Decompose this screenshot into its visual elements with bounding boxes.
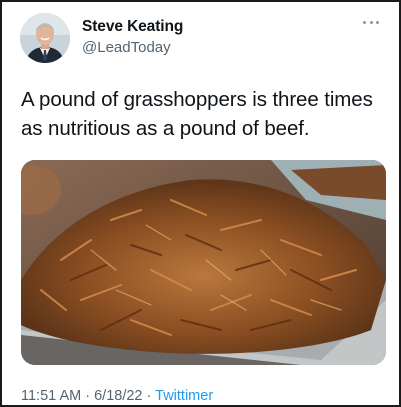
screenshot-frame: Steve Keating @LeadToday A pound of gras… (0, 0, 401, 407)
tweet-date[interactable]: 6/18/22 (94, 388, 142, 404)
tweet-source-link[interactable]: Twittimer (155, 388, 213, 404)
tweet-card: Steve Keating @LeadToday A pound of gras… (2, 2, 399, 405)
more-options-icon[interactable] (363, 18, 379, 26)
tweet-image[interactable] (21, 160, 386, 365)
meta-separator: · (146, 388, 152, 404)
author-handle[interactable]: @LeadToday (82, 39, 171, 56)
tweet-time[interactable]: 11:51 AM (21, 388, 81, 404)
grasshoppers-photo (21, 160, 386, 365)
author-display-name[interactable]: Steve Keating (82, 18, 183, 36)
avatar[interactable] (20, 13, 70, 63)
avatar-photo (20, 13, 70, 63)
meta-separator: · (85, 388, 91, 404)
more-dot (363, 20, 366, 24)
tweet-meta: 11:51 AM · 6/18/22 · Twittimer (21, 388, 213, 404)
more-dot (376, 20, 379, 24)
more-dot (369, 20, 373, 24)
tweet-text: A pound of grasshoppers is three times a… (21, 88, 373, 140)
